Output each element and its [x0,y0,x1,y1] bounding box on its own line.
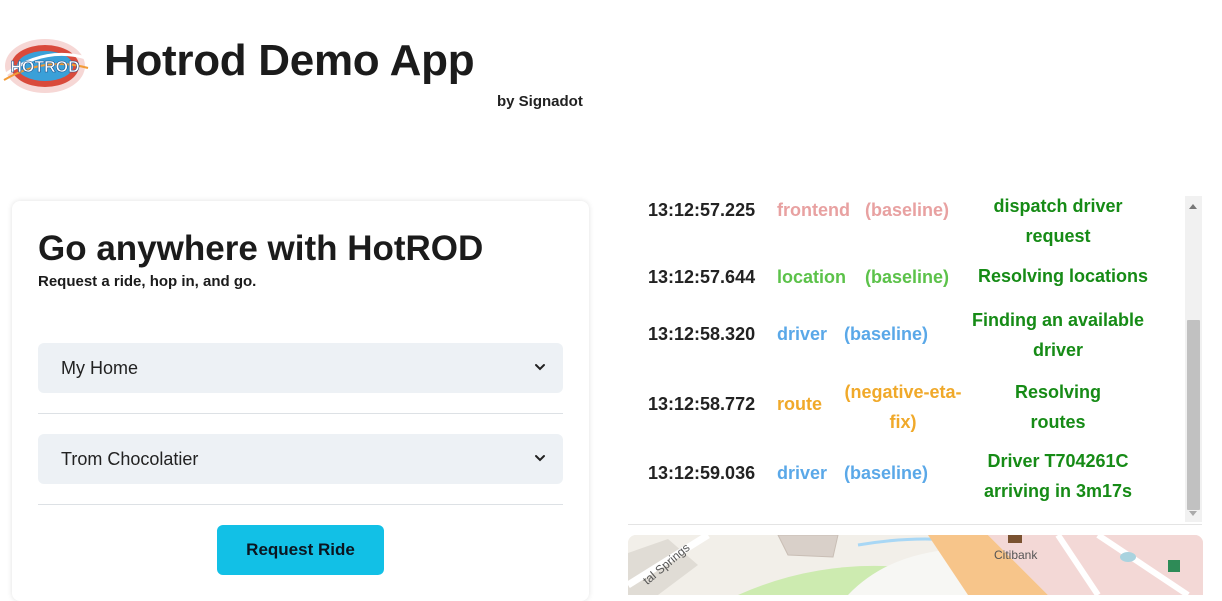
chevron-down-icon [535,364,545,371]
booking-subheading: Request a ride, hop in, and go. [38,273,257,290]
scroll-down-icon[interactable] [1189,511,1197,516]
log-panel[interactable]: 13:12:57.225 frontend (baseline) dispatc… [628,190,1202,525]
map-view[interactable]: tal Springs Citibank [628,535,1203,595]
log-timestamp: 13:12:57.644 [648,267,756,287]
log-scrollbar[interactable] [1185,196,1202,522]
log-timestamp: 13:12:58.772 [648,394,756,414]
dropoff-select[interactable]: Trom Chocolatier [38,434,563,484]
log-timestamp: 13:12:57.225 [648,200,756,220]
divider [38,504,563,505]
log-tag: (baseline) [844,324,929,344]
logo-text: HOTROD [10,59,79,76]
log-tag: (baseline) [865,267,950,287]
booking-card: Go anywhere with HotROD Request a ride, … [12,201,589,601]
log-timestamp: 13:12:58.320 [648,324,756,344]
log-message: Resolving locations [977,266,1149,286]
log-service: route [777,394,822,414]
divider [38,413,563,414]
log-service: driver [777,324,828,344]
booking-heading: Go anywhere with HotROD [38,229,484,268]
hotrod-logo: HOTROD [3,39,89,93]
chevron-down-icon [535,455,545,462]
log-tag: (negative-eta- fix) [844,382,962,432]
map-label: Citibank [994,548,1038,562]
pickup-value: My Home [61,358,139,378]
log-tag: (baseline) [844,463,929,483]
dropoff-value: Trom Chocolatier [61,449,199,469]
log-message: Driver T704261C arriving in 3m17s [983,451,1133,501]
byline: by Signadot [497,93,583,110]
map-tiles [628,535,1203,595]
log-message: Finding an available driver [971,310,1145,360]
log-service: driver [777,463,828,483]
log-message: dispatch driver request [993,196,1123,246]
log-service: frontend [777,200,850,220]
app-title: Hotrod Demo App [104,36,475,85]
log-message: Resolving routes [1014,382,1102,432]
log-tag: (baseline) [865,200,950,220]
pickup-select[interactable]: My Home [38,343,563,393]
log-service: location [777,267,847,287]
log-timestamp: 13:12:59.036 [648,463,756,483]
request-ride-button[interactable]: Request Ride [217,525,384,575]
scrollbar-thumb[interactable] [1187,320,1200,510]
scroll-up-icon[interactable] [1189,204,1197,209]
